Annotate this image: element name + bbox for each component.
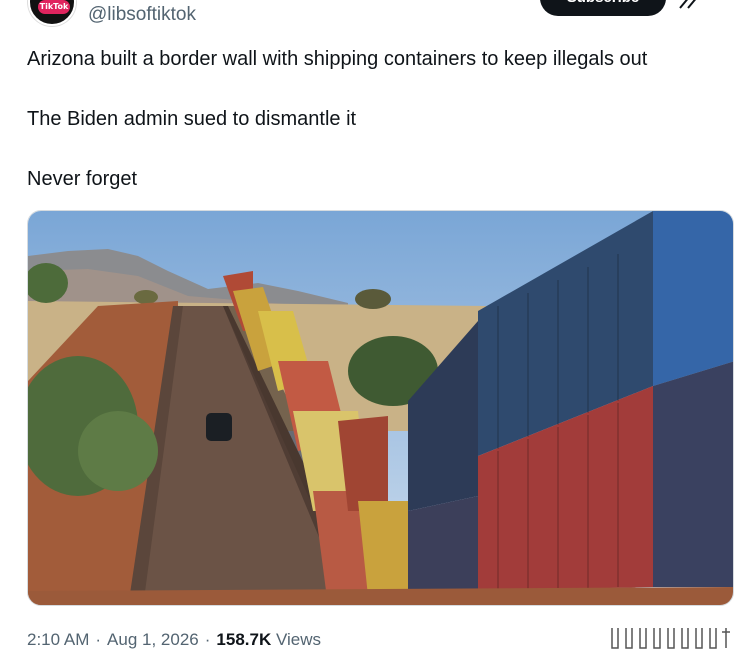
tweet-text-line: Arizona built a border wall with shippin… <box>27 48 648 70</box>
avatar-badge: TikTok <box>38 0 70 14</box>
tweet-header: TikTok @libsoftiktok Subscribe <box>0 0 747 32</box>
subscribe-button[interactable]: Subscribe <box>540 0 666 16</box>
grok-icon[interactable] <box>678 0 700 10</box>
meta-separator: · <box>204 630 211 649</box>
tweet-time[interactable]: 2:10 AM <box>27 630 89 649</box>
border-wall-photo <box>28 211 733 605</box>
tweet-photo[interactable] <box>27 210 734 606</box>
avatar[interactable]: TikTok <box>28 0 76 26</box>
author-handle[interactable]: @libsoftiktok <box>88 4 196 26</box>
tweet-text-line: The Biden admin sued to dismantle it <box>27 108 357 130</box>
meta-separator: · <box>95 630 102 649</box>
tweet-text-line: Never forget <box>27 168 138 190</box>
tweet-date[interactable]: Aug 1, 2026 <box>107 630 199 649</box>
watermark-icon <box>611 628 730 649</box>
views-count: 158.7K <box>216 630 272 649</box>
tweet-meta: 2:10 AM · Aug 1, 2026 · 158.7K Views <box>27 630 321 650</box>
views-label: Views <box>275 630 322 649</box>
